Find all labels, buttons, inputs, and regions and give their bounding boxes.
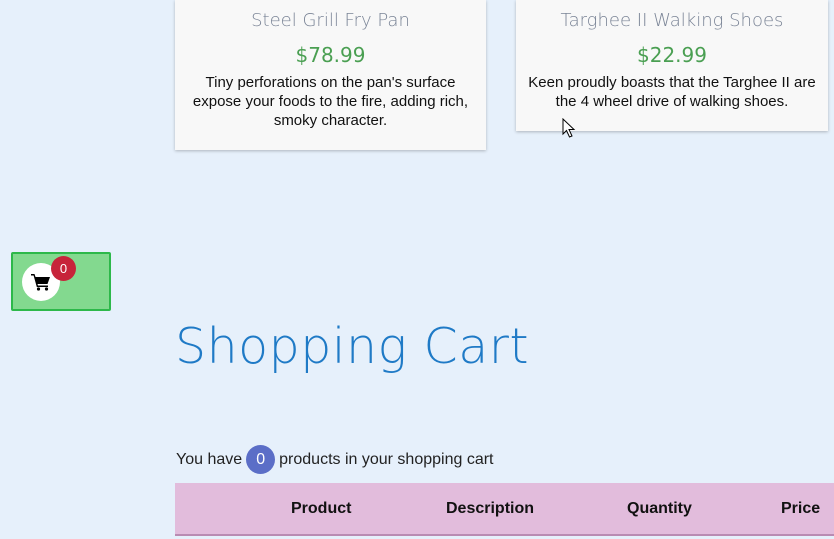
product-card-walking-shoes[interactable]: Targhee II Walking Shoes $22.99 Keen pro… — [516, 0, 828, 131]
column-header-product: Product — [291, 500, 352, 517]
mouse-pointer-icon — [562, 118, 576, 138]
product-description: Keen proudly boasts that the Targhee II … — [528, 74, 816, 110]
product-count-badge: 0 — [246, 445, 276, 474]
product-title: Steel Grill Fry Pan — [251, 10, 410, 31]
summary-suffix: products in your shopping cart — [279, 450, 494, 468]
product-price: $78.99 — [295, 43, 366, 67]
product-card-fry-pan[interactable]: Steel Grill Fry Pan $78.99 Tiny perforat… — [175, 0, 486, 150]
page-title: Shopping Cart — [175, 318, 530, 375]
cart-widget-button[interactable]: 0 — [11, 252, 111, 311]
column-header-description: Description — [446, 500, 535, 517]
cart-table-header: Product Description Quantity Price — [175, 483, 834, 536]
product-price: $22.99 — [637, 43, 707, 67]
cart-summary: You have 0 products in your shopping car… — [176, 445, 493, 474]
product-description: Tiny perforations on the pan's surface e… — [192, 74, 469, 129]
cart-count-badge: 0 — [51, 256, 76, 281]
column-header-price: Price — [781, 500, 821, 517]
summary-prefix: You have — [176, 450, 243, 468]
product-title: Targhee II Walking Shoes — [560, 10, 784, 31]
column-header-quantity: Quantity — [627, 500, 692, 517]
shopping-cart-icon — [31, 274, 50, 291]
